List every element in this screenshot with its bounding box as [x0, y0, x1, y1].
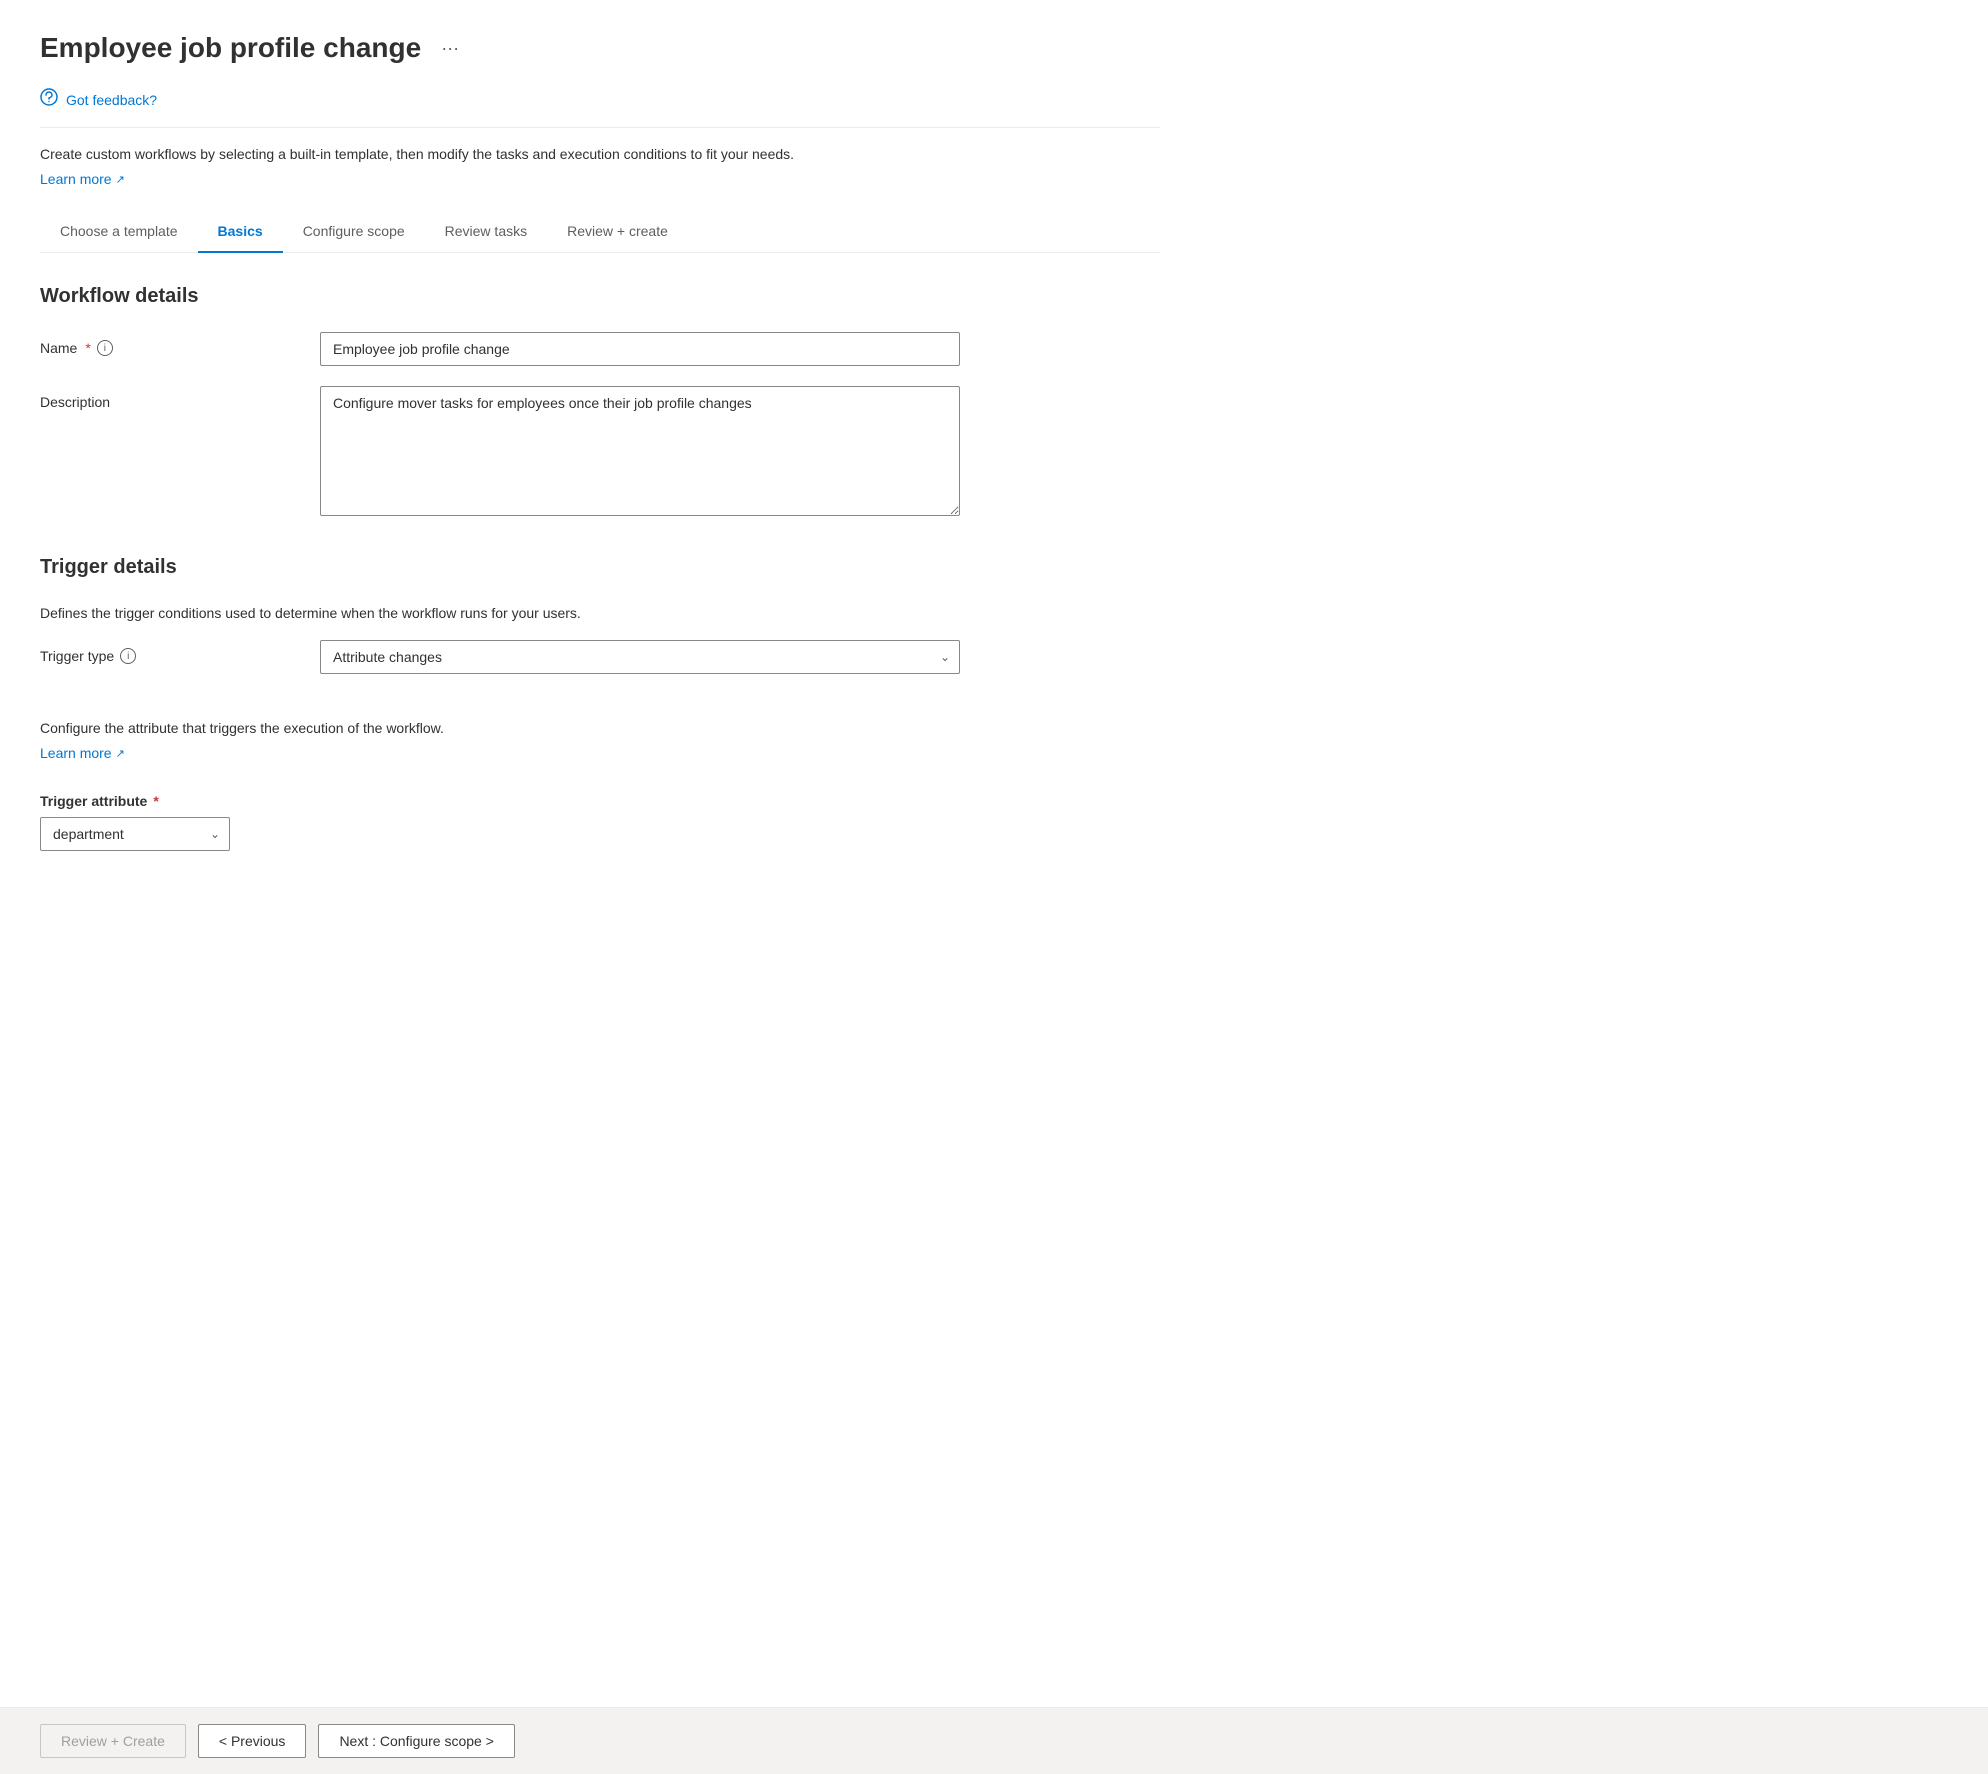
name-required-star: *: [85, 340, 90, 356]
trigger-type-info-icon[interactable]: i: [120, 648, 136, 664]
tab-review-create[interactable]: Review + create: [547, 211, 688, 253]
trigger-details-title: Trigger details: [40, 556, 1160, 579]
workflow-details-section: Workflow details Name * i Description Co…: [40, 285, 1160, 516]
external-link-icon: ↗: [116, 173, 125, 186]
name-input[interactable]: [320, 332, 960, 366]
description-field-row: Description Configure mover tasks for em…: [40, 386, 1160, 516]
intro-learn-more-label: Learn more: [40, 171, 112, 187]
trigger-description-text: Defines the trigger conditions used to d…: [40, 603, 1160, 624]
description-label: Description: [40, 386, 320, 410]
feedback-icon: [40, 88, 58, 111]
tab-review-tasks[interactable]: Review tasks: [425, 211, 547, 253]
trigger-learn-more-link[interactable]: Learn more ↗: [40, 745, 125, 761]
name-field-row: Name * i: [40, 332, 1160, 366]
trigger-attribute-required-star: *: [153, 793, 158, 809]
trigger-attribute-section: Trigger attribute * department jobTitle …: [40, 793, 1160, 851]
trigger-type-row: Trigger type i Attribute changes On-dema…: [40, 640, 1160, 674]
trigger-details-section: Trigger details Defines the trigger cond…: [40, 556, 1160, 851]
trigger-learn-more-label: Learn more: [40, 745, 112, 761]
trigger-type-label: Trigger type i: [40, 640, 320, 664]
next-button[interactable]: Next : Configure scope >: [318, 1724, 514, 1758]
trigger-configure-text: Configure the attribute that triggers th…: [40, 718, 1160, 739]
tab-choose-template[interactable]: Choose a template: [40, 211, 198, 253]
feedback-link[interactable]: Got feedback?: [66, 92, 157, 108]
tab-configure-scope[interactable]: Configure scope: [283, 211, 425, 253]
review-create-button: Review + Create: [40, 1724, 186, 1758]
trigger-attribute-label: Trigger attribute *: [40, 793, 1160, 809]
previous-button[interactable]: < Previous: [198, 1724, 307, 1758]
trigger-external-link-icon: ↗: [116, 747, 125, 760]
trigger-attribute-select[interactable]: department jobTitle officeLocation emplo…: [40, 817, 230, 851]
trigger-attribute-select-wrapper: department jobTitle officeLocation emplo…: [40, 817, 230, 851]
page-title: Employee job profile change: [40, 32, 421, 64]
tab-basics[interactable]: Basics: [198, 211, 283, 253]
name-label: Name * i: [40, 332, 320, 356]
description-textarea[interactable]: Configure mover tasks for employees once…: [320, 386, 960, 516]
intro-learn-more-link[interactable]: Learn more ↗: [40, 171, 125, 187]
trigger-type-select-wrapper: Attribute changes On-demand Scheduled ⌄: [320, 640, 960, 674]
wizard-tabs: Choose a template Basics Configure scope…: [40, 211, 1160, 253]
trigger-type-select[interactable]: Attribute changes On-demand Scheduled: [320, 640, 960, 674]
more-options-button[interactable]: ···: [433, 34, 467, 63]
workflow-details-title: Workflow details: [40, 285, 1160, 308]
bottom-bar: Review + Create < Previous Next : Config…: [0, 1707, 1988, 1774]
name-info-icon[interactable]: i: [97, 340, 113, 356]
feedback-row: Got feedback?: [40, 88, 1160, 128]
intro-description: Create custom workflows by selecting a b…: [40, 144, 1160, 165]
